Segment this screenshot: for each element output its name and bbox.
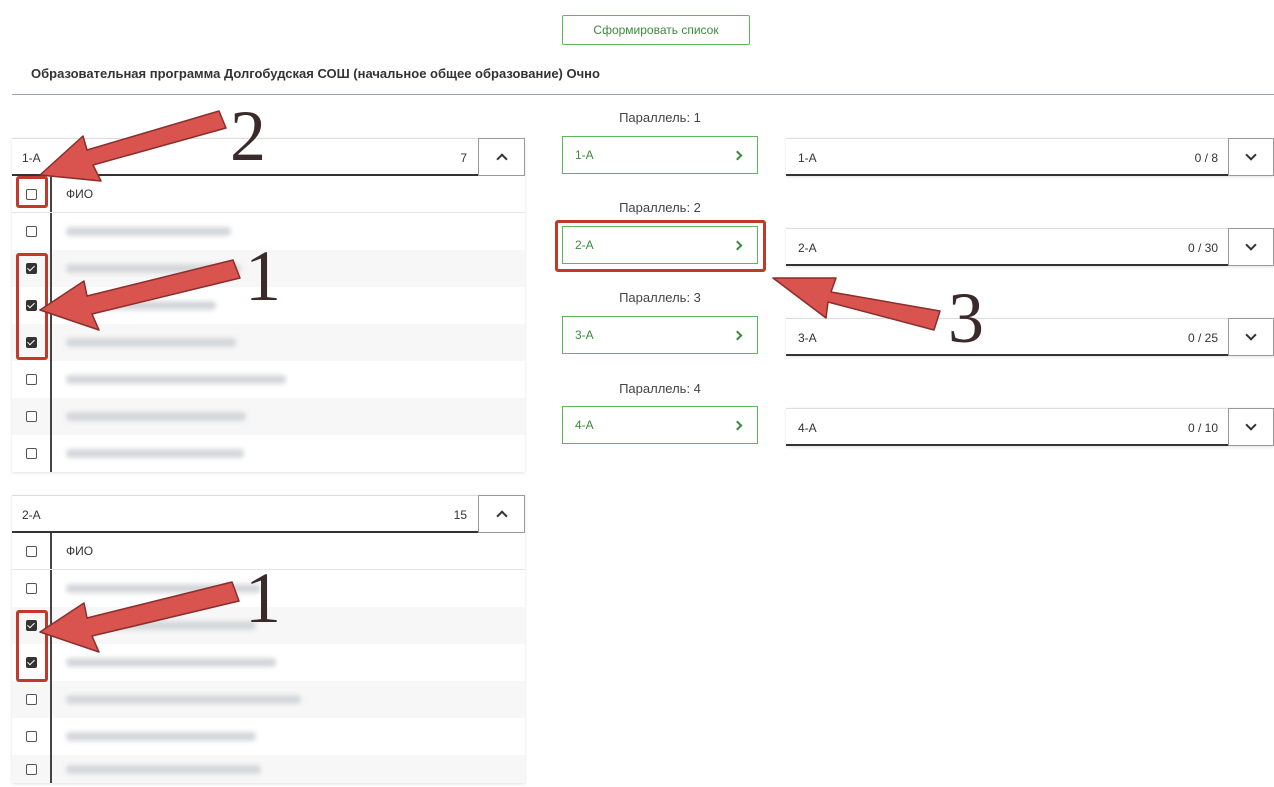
target-class-name: 2-А	[798, 241, 817, 255]
parallel-button-4a[interactable]: 4-А	[562, 406, 758, 444]
class-name: 1-А	[22, 151, 41, 165]
row-checkbox[interactable]	[25, 763, 37, 775]
parallel-label: Параллель: 3	[619, 290, 701, 305]
parallel-button-3a[interactable]: 3-А	[562, 316, 758, 354]
target-class-1a: 1-А 0 / 8	[786, 138, 1274, 176]
target-class-name: 1-А	[798, 151, 817, 165]
student-name-blurred	[66, 695, 301, 704]
target-class-count: 0 / 25	[1187, 331, 1218, 345]
student-name-blurred	[66, 375, 286, 384]
target-class-name: 3-А	[798, 331, 817, 345]
row-checkbox[interactable]	[25, 411, 37, 422]
class-panel-header: 2-А 15	[12, 495, 525, 533]
select-all-checkbox[interactable]	[25, 545, 37, 557]
chevron-down-icon	[1245, 329, 1257, 341]
program-title: Образовательная программа Долгобудская С…	[31, 66, 600, 81]
row-checkbox[interactable]	[25, 226, 37, 237]
class-panel-2a: 2-А 15 ФИО	[12, 495, 525, 783]
class-count: 15	[453, 508, 467, 522]
title-divider	[12, 94, 1274, 95]
table-row	[12, 435, 525, 472]
chevron-right-icon	[732, 330, 743, 340]
parallel-label: Параллель: 1	[619, 110, 701, 125]
expand-button[interactable]	[1228, 138, 1274, 176]
generate-list-button[interactable]: Сформировать список	[562, 15, 750, 45]
chevron-up-icon	[495, 153, 508, 165]
student-name-blurred	[66, 264, 241, 273]
parallel-button-label: 4-А	[575, 418, 594, 432]
chevron-down-icon	[1245, 149, 1257, 161]
annotation-number: 1	[245, 236, 281, 316]
annotation-box	[16, 610, 48, 682]
target-class-3a: 3-А 0 / 25	[786, 318, 1274, 356]
parallel-button-label: 3-А	[575, 328, 594, 342]
parallel-label: Параллель: 4	[619, 381, 701, 396]
annotation-box	[16, 176, 48, 208]
student-name-blurred	[66, 227, 231, 236]
table-row	[12, 755, 525, 783]
chevron-right-icon	[732, 420, 743, 430]
student-name-blurred	[66, 584, 261, 593]
target-class-2a: 2-А 0 / 30	[786, 228, 1274, 266]
student-name-blurred	[66, 658, 276, 667]
expand-button[interactable]	[1228, 228, 1274, 266]
annotation-number: 3	[948, 278, 984, 358]
chevron-up-icon	[495, 510, 508, 522]
row-checkbox[interactable]	[25, 374, 37, 385]
class-count: 7	[460, 151, 467, 165]
target-class-count: 0 / 10	[1187, 421, 1218, 435]
annotation-number: 1	[245, 558, 281, 638]
row-checkbox[interactable]	[25, 583, 37, 594]
chevron-down-icon	[1245, 239, 1257, 251]
target-class-4a: 4-А 0 / 10	[786, 408, 1274, 446]
chevron-down-icon	[1245, 419, 1257, 431]
annotation-number: 2	[230, 96, 266, 176]
table-row	[12, 681, 525, 718]
student-name-blurred	[66, 449, 244, 458]
target-class-count: 0 / 30	[1187, 241, 1218, 255]
annotation-box	[555, 220, 766, 272]
student-name-blurred	[66, 732, 256, 741]
class-panel-header: 1-А 7	[12, 138, 525, 176]
row-checkbox[interactable]	[25, 448, 37, 459]
parallel-button-label: 1-А	[575, 148, 594, 162]
fio-column-header: ФИО	[66, 544, 94, 558]
row-checkbox[interactable]	[25, 731, 37, 742]
expand-button[interactable]	[1228, 318, 1274, 356]
table-row	[12, 324, 525, 361]
class-name: 2-А	[22, 508, 41, 522]
parallel-button-1a[interactable]: 1-А	[562, 136, 758, 174]
student-name-blurred	[66, 412, 246, 421]
fio-column-header: ФИО	[66, 187, 94, 201]
parallel-label: Параллель: 2	[619, 200, 701, 215]
table-row	[12, 718, 525, 755]
chevron-right-icon	[732, 150, 743, 160]
table-row	[12, 398, 525, 435]
row-checkbox[interactable]	[25, 694, 37, 705]
student-name-blurred	[66, 301, 216, 310]
target-class-name: 4-А	[798, 421, 817, 435]
student-name-blurred	[66, 764, 261, 774]
table-header-row: ФИО	[12, 176, 525, 213]
table-row	[12, 644, 525, 681]
annotation-box	[16, 253, 48, 360]
student-name-blurred	[66, 338, 236, 347]
collapse-button[interactable]	[478, 138, 525, 176]
student-name-blurred	[66, 621, 256, 630]
expand-button[interactable]	[1228, 408, 1274, 446]
collapse-button[interactable]	[478, 495, 525, 533]
target-class-count: 0 / 8	[1194, 151, 1218, 165]
table-row	[12, 361, 525, 398]
